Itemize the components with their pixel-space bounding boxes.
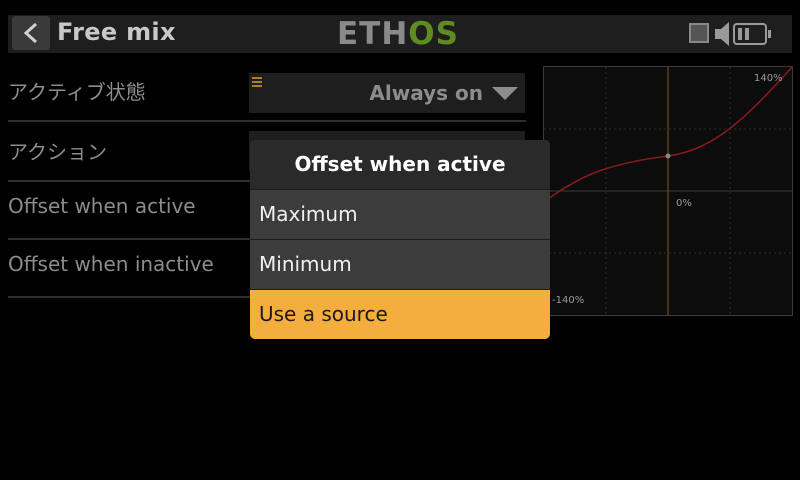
speaker-icon <box>715 21 731 51</box>
battery-icon <box>733 23 771 45</box>
active-state-select[interactable]: Always on <box>249 73 525 113</box>
graph-label-max: 140% <box>754 73 783 84</box>
action-label: アクション <box>8 140 107 164</box>
active-state-value: Always on <box>369 81 483 105</box>
option-minimum[interactable]: Minimum <box>250 239 550 289</box>
active-state-label: アクティブ状態 <box>8 80 146 104</box>
offset-when-active-label: Offset when active <box>8 194 196 218</box>
option-use-a-source[interactable]: Use a source <box>250 289 550 339</box>
status-icons <box>689 20 789 48</box>
edit-icon <box>252 77 262 87</box>
page-title: Free mix <box>57 18 176 46</box>
back-button[interactable] <box>12 16 50 50</box>
curve-graph: 140% 0% -140% <box>543 66 793 316</box>
header-bar: Free mix ETHOS <box>0 0 800 62</box>
record-icon <box>689 23 709 43</box>
chevron-down-icon <box>492 87 518 100</box>
graph-label-min: -140% <box>552 295 585 306</box>
ethos-logo: ETHOS <box>337 16 459 52</box>
option-maximum[interactable]: Maximum <box>250 189 550 239</box>
logo-text-eth: ETH <box>337 16 409 52</box>
offset-when-inactive-label: Offset when inactive <box>8 252 214 276</box>
logo-text-os: OS <box>408 16 459 52</box>
popup-title: Offset when active <box>250 140 550 189</box>
graph-label-center: 0% <box>676 198 692 209</box>
offset-when-active-popup: Offset when active Maximum Minimum Use a… <box>250 140 550 339</box>
back-arrow-icon <box>23 22 38 44</box>
curve-graph-plot <box>544 67 792 315</box>
